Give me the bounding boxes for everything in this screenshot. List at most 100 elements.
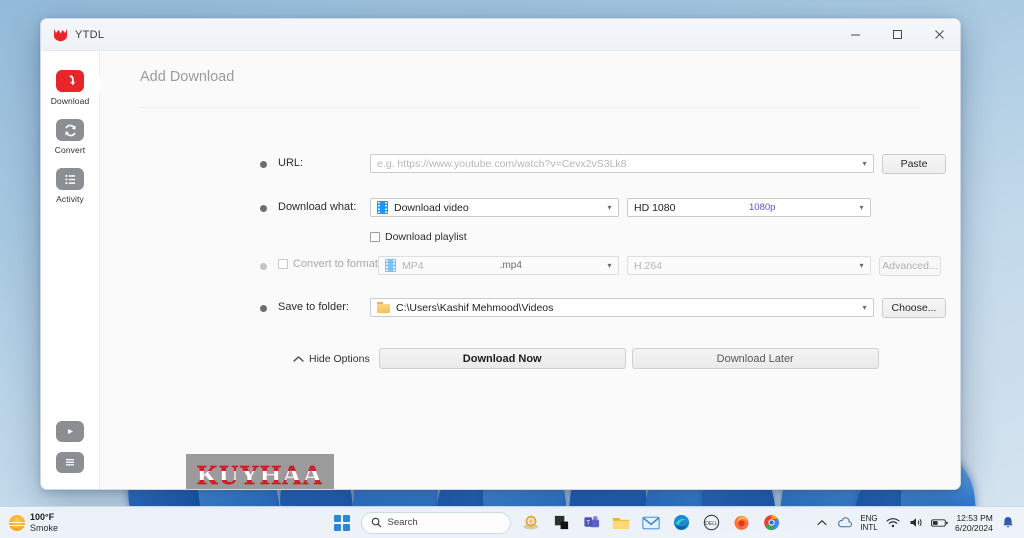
taskbar-weather-widget[interactable]: 100°F Smoke <box>0 512 300 534</box>
clock-time: 12:53 PM <box>956 512 993 523</box>
chevron-down-icon[interactable]: ▾ <box>853 199 870 216</box>
url-placeholder: e.g. https://www.youtube.com/watch?v=Cev… <box>377 157 627 170</box>
chevron-up-icon <box>293 355 304 362</box>
sidebar-item-activity[interactable]: Activity <box>41 161 100 210</box>
convert-format-value: MP4 <box>402 259 424 272</box>
url-label: URL: <box>278 157 304 169</box>
convert-format-select[interactable]: MP4 .mp4 ▾ <box>378 256 619 275</box>
windows-taskbar: 100°F Smoke Search T DELL ENG INTL 12:53… <box>0 506 1024 538</box>
microsoft-edge-icon[interactable] <box>672 513 691 532</box>
system-tray: ENG INTL 12:53 PM 6/20/2024 <box>814 513 1024 533</box>
microsoft-teams-icon[interactable]: T <box>582 513 601 532</box>
sun-haze-icon <box>8 514 26 531</box>
clock-date: 6/20/2024 <box>955 522 993 533</box>
app-title: YTDL <box>75 28 105 41</box>
row-marker-icon <box>260 263 267 270</box>
language-line-1: ENG <box>860 513 878 523</box>
close-icon <box>934 30 944 39</box>
taskbar-search-box[interactable]: Search <box>360 511 511 534</box>
checkbox-box <box>370 232 380 242</box>
firefox-icon[interactable] <box>732 513 751 532</box>
battery-icon[interactable] <box>931 513 948 532</box>
hide-options-toggle[interactable]: Hide Options <box>293 353 370 365</box>
chevron-down-icon[interactable]: ▾ <box>853 257 870 274</box>
quality-badge: 1080p <box>749 202 776 213</box>
download-now-button[interactable]: Download Now <box>378 348 626 369</box>
choose-folder-button[interactable]: Choose... <box>882 298 946 318</box>
watermark-sub-text: KUYHAA.ID <box>228 490 293 491</box>
sidebar-item-convert[interactable]: Convert <box>41 112 100 161</box>
save-to-folder-label: Save to folder: <box>278 301 349 313</box>
add-download-form: URL: e.g. https://www.youtube.com/watch?… <box>100 108 960 369</box>
maximize-icon <box>892 30 902 39</box>
convert-codec-select[interactable]: H.264 ▾ <box>627 256 871 275</box>
language-line-2: INTL <box>860 522 878 532</box>
youtube-play-icon[interactable] <box>56 421 84 442</box>
weather-condition: Smoke <box>30 522 59 533</box>
language-indicator[interactable]: ENG INTL <box>860 514 877 532</box>
quality-select[interactable]: HD 1080 1080p ▾ <box>627 198 871 217</box>
watermark-main-text: KUYHAA <box>197 459 323 490</box>
dell-icon[interactable]: DELL <box>702 513 721 532</box>
form-actions: Hide Options Download Now Download Later <box>100 348 960 369</box>
title-bar[interactable]: YTDL <box>41 19 960 51</box>
main-content: Add Download URL: e.g. https://www.youtu… <box>100 51 960 489</box>
ytdl-bat-logo-icon <box>53 28 68 42</box>
convert-to-format-label: Convert to format: <box>293 258 382 270</box>
app-brand: YTDL <box>41 28 104 42</box>
download-playlist-label: Download playlist <box>385 231 467 243</box>
chevron-down-icon[interactable]: ▾ <box>601 257 618 274</box>
url-input[interactable]: e.g. https://www.youtube.com/watch?v=Cev… <box>370 154 874 173</box>
download-later-button[interactable]: Download Later <box>631 348 879 369</box>
chevron-down-icon[interactable]: ▾ <box>601 199 618 216</box>
folder-icon <box>377 302 390 313</box>
sidebar-item-label: Download <box>50 96 90 106</box>
chevron-up-icon[interactable] <box>814 513 830 532</box>
menu-hamburger-icon[interactable] <box>56 452 84 473</box>
sidebar-item-label: Convert <box>54 145 86 155</box>
watermark-sub-part3: .ID <box>277 490 292 491</box>
hide-options-label: Hide Options <box>309 352 370 365</box>
close-button[interactable] <box>918 19 960 50</box>
bell-icon[interactable] <box>1000 513 1016 532</box>
volume-icon[interactable] <box>908 513 924 532</box>
convert-to-format-checkbox[interactable]: Convert to format: <box>267 256 381 270</box>
paste-button[interactable]: Paste <box>882 154 946 174</box>
save-folder-value: C:\Users\Kashif Mehmood\Videos <box>396 301 554 314</box>
mail-icon[interactable] <box>642 513 661 532</box>
window-controls <box>834 19 960 50</box>
dark-square-app-icon[interactable] <box>552 513 571 532</box>
save-to-folder-row: Save to folder: C:\Users\Kashif Mehmood\… <box>100 298 960 318</box>
sidebar-item-label: Activity <box>56 194 84 204</box>
maximize-button[interactable] <box>876 19 918 50</box>
wifi-icon[interactable] <box>885 513 901 532</box>
save-folder-input[interactable]: C:\Users\Kashif Mehmood\Videos ▾ <box>370 298 874 317</box>
row-marker-icon <box>260 205 267 212</box>
windows-start-icon[interactable] <box>333 514 350 531</box>
download-arrow-icon <box>56 70 84 92</box>
minimize-button[interactable] <box>834 19 876 50</box>
sidebar-bottom-actions <box>56 421 84 489</box>
svg-text:DELL: DELL <box>705 521 718 527</box>
download-what-label: Download what: <box>278 201 357 213</box>
watermark-sub-part2: HAA <box>252 490 277 491</box>
sidebar-item-download[interactable]: Download <box>41 63 100 112</box>
onedrive-cloud-icon[interactable] <box>837 513 853 532</box>
chevron-down-icon[interactable]: ▾ <box>856 155 873 172</box>
advanced-button[interactable]: Advanced... <box>879 256 941 276</box>
checkbox-box <box>278 259 288 269</box>
convert-refresh-icon <box>56 119 84 141</box>
taskbar-clock[interactable]: 12:53 PM 6/20/2024 <box>955 513 993 533</box>
page-title: Add Download <box>140 69 235 85</box>
chevron-down-icon[interactable]: ▾ <box>856 299 873 316</box>
watermark-sub-part1: KUY <box>228 490 252 491</box>
copilot-orb-icon[interactable] <box>522 513 541 532</box>
file-explorer-icon[interactable] <box>612 513 631 532</box>
convert-codec-value: H.264 <box>634 259 663 272</box>
download-playlist-checkbox[interactable]: Download playlist <box>370 231 467 243</box>
search-icon <box>371 517 381 528</box>
google-chrome-icon[interactable] <box>762 513 781 532</box>
quality-value: HD 1080 <box>634 201 676 214</box>
activity-list-icon <box>56 168 84 190</box>
download-mode-select[interactable]: Download video ▾ <box>370 198 619 217</box>
